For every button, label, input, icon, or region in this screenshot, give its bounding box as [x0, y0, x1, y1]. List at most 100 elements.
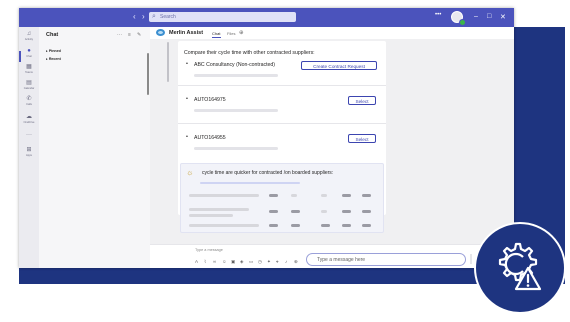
send-button[interactable] [470, 254, 472, 264]
table-cell-placeholder [189, 194, 259, 197]
message-input[interactable]: Type a message here [306, 253, 466, 266]
presence-status-icon [459, 19, 466, 26]
bell-icon: ♫ [26, 31, 32, 37]
table-cell-placeholder [321, 194, 327, 197]
rail-item-more[interactable]: ··· [19, 132, 39, 147]
table-cell-placeholder [342, 194, 351, 197]
rail-item-teams[interactable]: ▦ Teams [19, 64, 39, 79]
table-cell-placeholder [269, 224, 278, 227]
chat-icon: ● [27, 48, 31, 54]
chat-section-label: Pinned [48, 49, 61, 53]
message-scrollbar[interactable] [167, 42, 169, 82]
table-cell-placeholder [362, 194, 371, 197]
attach-icon[interactable]: ⌇ [204, 259, 206, 265]
rail-item-activity[interactable]: ♫ Activity [19, 31, 39, 46]
table-cell-placeholder [362, 224, 371, 227]
table-cell-placeholder [362, 210, 371, 213]
rail-item-calls[interactable]: ✆ Calls [19, 96, 39, 111]
more-icon[interactable]: ··· [117, 32, 122, 38]
chat-pane-title: Chat [46, 32, 59, 38]
chat-section-label: Recent [48, 57, 61, 61]
teams-window: ‹ › ⌕ Search ••• – □ ✕ ♫ Activity ● Chat… [19, 8, 514, 268]
create-contract-request-button[interactable]: Create Contract Request [301, 61, 377, 70]
audio-icon[interactable]: ♪ [285, 259, 287, 264]
insight-box: ☼ cycle time are quicker for contracted … [180, 163, 384, 233]
rail-item-chat[interactable]: ● Chat [19, 48, 39, 63]
bullet-icon: • [186, 61, 188, 67]
compose-placeholder[interactable]: Type a message [195, 248, 223, 252]
tab-files[interactable]: Files [227, 31, 235, 36]
minimize-button[interactable]: – [474, 13, 478, 20]
placeholder-line [200, 182, 300, 184]
rail-item-label: Teams [25, 71, 33, 74]
bot-name: Merlin Assist [169, 30, 204, 36]
message-area: Compare their cycle time with other cont… [150, 39, 514, 244]
rail-item-label: Activity [24, 38, 34, 41]
supplier-name: AUTO164975 [194, 97, 226, 103]
format-icon[interactable]: A [195, 259, 198, 264]
table-cell-placeholder [269, 210, 278, 213]
new-chat-icon[interactable]: ✎ [137, 32, 141, 38]
table-cell-placeholder [291, 224, 300, 227]
chat-section-pinned[interactable]: ▸ Pinned [46, 49, 61, 53]
more-icon: ··· [26, 132, 32, 138]
table-cell-placeholder [342, 210, 351, 213]
tab-active-underline [212, 37, 221, 38]
close-button[interactable]: ✕ [500, 13, 506, 21]
insight-text: cycle time are quicker for contracted /o… [202, 170, 334, 176]
apps-icon: ⊞ [26, 147, 32, 153]
search-input[interactable]: ⌕ Search [149, 12, 296, 22]
chat-section-recent[interactable]: ▸ Recent [46, 57, 61, 61]
gif-icon[interactable]: ▣ [231, 259, 235, 265]
more-apps-icon[interactable]: ⊕ [294, 259, 298, 265]
meet-icon[interactable]: ▭ [249, 259, 253, 265]
app-rail: ♫ Activity ● Chat ▦ Teams ▤ Calendar ✆ C… [19, 27, 39, 268]
message-input-placeholder: Type a message here [317, 257, 366, 263]
sticker-icon[interactable]: ◈ [240, 259, 243, 265]
tab-chat[interactable]: Chat [212, 31, 220, 36]
rail-item-label: Chat [26, 55, 32, 58]
schedule-icon[interactable]: ◷ [258, 259, 262, 265]
bullet-icon: • [186, 134, 188, 140]
rail-item-label: Apps [26, 154, 32, 157]
filter-icon[interactable]: ≡ [128, 32, 131, 38]
table-cell-placeholder [189, 208, 249, 211]
table-cell-placeholder [189, 214, 233, 217]
chat-list-pane: Chat ··· ≡ ✎ ▸ Pinned ▸ Recent [39, 27, 151, 268]
location-icon[interactable]: ⌖ [276, 259, 279, 264]
emoji-icon[interactable]: ☺ [222, 259, 227, 264]
table-cell-placeholder [321, 224, 330, 227]
rail-item-onedrive[interactable]: ☁ OneDrive [19, 114, 39, 129]
table-cell-placeholder [189, 224, 259, 227]
back-arrow-icon[interactable]: ‹ [133, 12, 136, 21]
rail-item-label: Calls [26, 103, 32, 106]
select-button[interactable]: Select [348, 96, 376, 105]
title-bar: ‹ › ⌕ Search ••• – □ ✕ [19, 8, 514, 27]
lightbulb-icon: ☼ [186, 168, 194, 177]
loop-icon[interactable]: ∞ [213, 259, 216, 264]
chat-list-scrollbar[interactable] [147, 53, 149, 95]
add-tab-icon[interactable]: ⊕ [239, 30, 244, 36]
chat-header: Merlin Assist Chat Files ⊕ [150, 27, 514, 39]
rail-item-apps[interactable]: ⊞ Apps [19, 147, 39, 162]
table-cell-placeholder [291, 210, 300, 213]
table-cell-placeholder [321, 210, 327, 213]
bot-message-card: Compare their cycle time with other cont… [178, 41, 386, 233]
table-cell-placeholder [342, 224, 351, 227]
rail-item-label: OneDrive [23, 121, 35, 124]
rail-item-calendar[interactable]: ▤ Calendar [19, 80, 39, 95]
cloud-icon: ☁ [26, 114, 32, 120]
forward-arrow-icon[interactable]: › [142, 12, 145, 21]
praise-icon[interactable]: ✦ [267, 259, 271, 265]
placeholder-line [194, 147, 278, 150]
maximize-button[interactable]: □ [487, 13, 491, 20]
more-options-button[interactable]: ••• [435, 12, 441, 18]
select-button[interactable]: Select [348, 134, 376, 143]
divider [178, 123, 386, 124]
teams-icon: ▦ [26, 64, 32, 70]
supplier-name: AUTO164955 [194, 135, 226, 141]
compose-area: Type a message A ⌇ ∞ ☺ ▣ ◈ ▭ ◷ ✦ ⌖ ♪ ⊕ T… [150, 244, 514, 268]
table-cell-placeholder [269, 194, 278, 197]
search-icon: ⌕ [152, 13, 156, 20]
placeholder-line [194, 74, 278, 77]
